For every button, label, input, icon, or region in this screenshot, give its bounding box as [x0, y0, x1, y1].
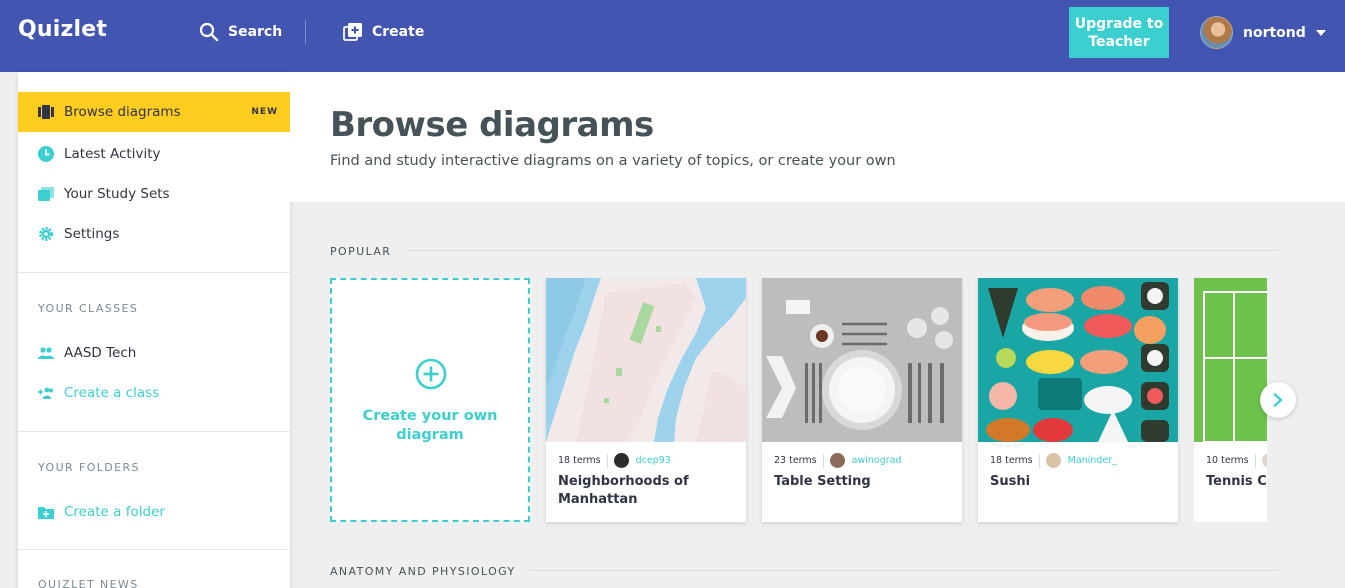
sidebar-divider [18, 272, 290, 273]
term-count: 18 terms [990, 455, 1033, 466]
sidebar-item-label: Settings [64, 226, 120, 242]
username: nortond [1243, 24, 1306, 41]
term-count: 10 terms [1206, 455, 1249, 466]
news-heading: QUIZLET NEWS [38, 578, 139, 588]
card-meta: 18 terms Maninder_ [990, 453, 1117, 468]
chevron-down-icon [1315, 29, 1326, 36]
sidebar-item-study-sets[interactable]: Your Study Sets [18, 174, 290, 214]
card-meta: 23 terms awinograd [774, 453, 901, 468]
card-title: Table Setting [774, 474, 871, 489]
diagram-icon [38, 104, 54, 120]
carousel-next-button[interactable] [1260, 382, 1296, 418]
avatar [829, 453, 845, 468]
page-title: Browse diagrams [330, 105, 654, 145]
anatomy-heading: ANATOMY AND PHYSIOLOGY [330, 565, 516, 578]
page-header: Browse diagrams Find and study interacti… [290, 72, 1345, 202]
author-link[interactable]: Maninder_ [1068, 455, 1117, 466]
new-badge: NEW [251, 107, 278, 117]
add-people-icon [38, 385, 54, 401]
author-link[interactable]: awinograd [852, 455, 902, 466]
avatar [613, 453, 629, 468]
sidebar-item-label: Your Study Sets [64, 186, 170, 202]
gear-icon [38, 226, 54, 242]
upgrade-to-teacher-button[interactable]: Upgrade to Teacher [1069, 7, 1169, 58]
add-folder-icon [38, 504, 54, 520]
search-icon [199, 22, 219, 42]
search-button[interactable]: Search [199, 20, 282, 44]
diagram-card-tennis[interactable]: 10 terms Tennis Co [1194, 278, 1267, 522]
author-link[interactable]: dcep93 [636, 455, 671, 466]
card-meta: 10 terms [1206, 453, 1267, 468]
quizlet-logo[interactable]: Quizlet [18, 17, 107, 42]
card-title: Tennis Co [1206, 474, 1267, 489]
people-icon [38, 345, 54, 361]
create-diagram-label: Create your own diagram [362, 408, 498, 443]
nav-divider [305, 20, 306, 44]
create-folder-link[interactable]: Create a folder [18, 492, 290, 532]
section-divider [407, 250, 1278, 251]
avatar [1200, 16, 1233, 49]
study-sets-icon [38, 186, 54, 202]
create-class-link[interactable]: Create a class [18, 373, 290, 413]
sidebar-item-label: Latest Activity [64, 146, 161, 162]
sidebar-item-label: Browse diagrams [64, 104, 181, 120]
page-subtitle: Find and study interactive diagrams on a… [330, 153, 896, 169]
chevron-right-icon [1273, 393, 1283, 407]
tennis-court-thumbnail [1194, 278, 1267, 442]
clock-icon [38, 146, 54, 162]
avatar [1045, 453, 1061, 468]
avatar [1261, 453, 1267, 468]
manhattan-map-thumbnail [546, 278, 746, 442]
sidebar-divider [18, 549, 290, 550]
sidebar-item-label: AASD Tech [64, 345, 137, 361]
term-count: 18 terms [558, 455, 601, 466]
user-menu[interactable]: nortond [1200, 16, 1326, 49]
add-circle-icon [415, 358, 447, 390]
diagram-card-table-setting[interactable]: 23 terms awinograd Table Setting [762, 278, 962, 522]
sidebar-divider [18, 431, 290, 432]
card-title: Neighborhoods of Manhattan [558, 474, 689, 507]
term-count: 23 terms [774, 455, 817, 466]
sidebar-item-browse-diagrams[interactable]: Browse diagrams NEW [18, 92, 290, 132]
sidebar-item-class-aasd-tech[interactable]: AASD Tech [18, 333, 290, 373]
sidebar: Browse diagrams NEW Latest Activity Your… [18, 72, 290, 588]
section-divider [530, 570, 1278, 571]
diagram-card-manhattan[interactable]: 18 terms dcep93 Neighborhoods of Manhatt… [546, 278, 746, 522]
classes-heading: YOUR CLASSES [38, 302, 139, 315]
create-button[interactable]: Create [343, 20, 424, 44]
create-diagram-card[interactable]: Create your own diagram [330, 278, 530, 522]
sidebar-item-label: Create a folder [64, 504, 165, 520]
sidebar-item-label: Create a class [64, 385, 160, 401]
folders-heading: YOUR FOLDERS [38, 461, 140, 474]
table-setting-thumbnail [762, 278, 962, 442]
create-label: Create [372, 24, 425, 40]
sidebar-item-settings[interactable]: Settings [18, 214, 290, 254]
create-icon [343, 23, 362, 41]
carousel-clip: 10 terms Tennis Co [1194, 278, 1267, 522]
card-title: Sushi [990, 474, 1031, 489]
diagram-card-sushi[interactable]: 18 terms Maninder_ Sushi [978, 278, 1178, 522]
sushi-thumbnail [978, 278, 1178, 442]
sidebar-item-latest-activity[interactable]: Latest Activity [18, 134, 290, 174]
card-meta: 18 terms dcep93 [558, 453, 671, 468]
popular-heading: POPULAR [330, 245, 392, 258]
search-label: Search [228, 24, 283, 40]
top-navigation-bar: Quizlet Search Create Upgrade to Teacher… [0, 0, 1345, 72]
